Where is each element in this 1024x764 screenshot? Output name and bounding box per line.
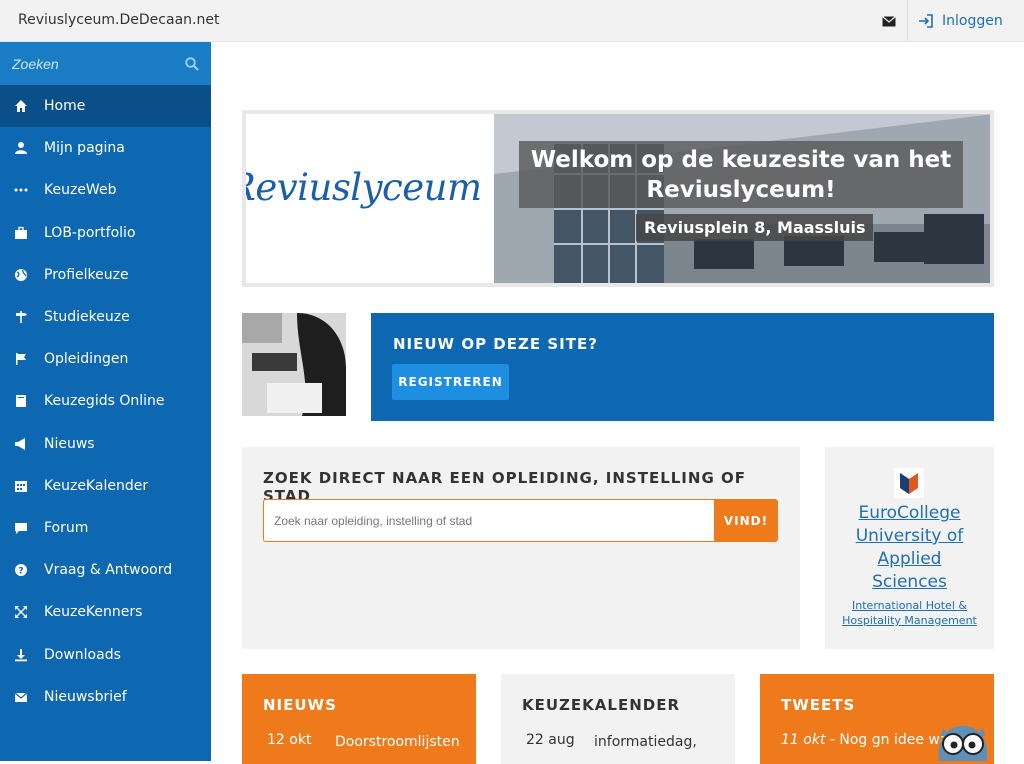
owl-mascot-icon[interactable] bbox=[935, 722, 991, 761]
find-button[interactable]: VIND! bbox=[714, 499, 778, 542]
school-logo-text: Reviuslyceum bbox=[242, 166, 482, 209]
expand-icon bbox=[14, 605, 28, 619]
top-bar: Reviuslyceum.DeDecaan.net Inloggen bbox=[0, 0, 1024, 42]
globe-icon bbox=[14, 268, 28, 282]
briefcase-icon bbox=[14, 226, 28, 240]
sidebar: Home Mijn pagina KeuzeWeb LOB-portfolio Prof… bbox=[0, 42, 211, 761]
question-icon: ? bbox=[14, 563, 28, 577]
news-item-link[interactable]: Doorstroomlijsten bbox=[335, 732, 465, 752]
calendar-title[interactable]: KEUZEKALENDER bbox=[522, 696, 680, 714]
sidebar-item-forum[interactable]: Forum bbox=[0, 507, 211, 549]
download-icon bbox=[14, 648, 28, 662]
sidebar-item-label: Nieuws bbox=[44, 435, 95, 452]
flag-icon bbox=[14, 352, 28, 366]
sidebar-search bbox=[0, 42, 211, 85]
sidebar-item-label: Downloads bbox=[44, 646, 121, 663]
sidebar-item-keuzegids-online[interactable]: Keuzegids Online bbox=[0, 380, 211, 422]
search-icon[interactable] bbox=[185, 56, 199, 71]
welcome-line-2: Reviuslyceum! bbox=[646, 177, 836, 203]
site-title[interactable]: Reviuslyceum.DeDecaan.net bbox=[18, 12, 219, 28]
calendar-item-link[interactable]: informatiedag, bbox=[594, 732, 724, 752]
new-on-site-title: NIEUW OP DEZE SITE? bbox=[393, 335, 598, 353]
envelope-icon bbox=[881, 15, 896, 26]
megaphone-icon bbox=[14, 437, 28, 451]
sidebar-item-label: LOB-portfolio bbox=[44, 224, 136, 241]
sidebar-item-label: Opleidingen bbox=[44, 351, 129, 368]
new-on-site-panel: NIEUW OP DEZE SITE? REGISTREREN bbox=[371, 313, 994, 421]
sidebar-item-label: Mijn pagina bbox=[44, 140, 125, 157]
sidebar-item-opleidingen[interactable]: Opleidingen bbox=[0, 338, 211, 380]
sidebar-nav: Home Mijn pagina KeuzeWeb LOB-portfolio Prof… bbox=[0, 85, 211, 718]
sign-in-icon bbox=[919, 14, 933, 28]
calendar-icon bbox=[14, 479, 28, 493]
news-date: 12 okt bbox=[267, 732, 312, 748]
mail-button[interactable] bbox=[870, 0, 908, 42]
eurocollege-logo-icon[interactable] bbox=[894, 468, 924, 498]
tweet-date: 11 okt bbox=[781, 732, 826, 748]
sponsor-name-line-4: Sciences bbox=[872, 572, 947, 592]
sponsor-name-line-2: University of bbox=[855, 526, 964, 546]
chat-icon bbox=[14, 521, 28, 535]
program-search-panel: ZOEK DIRECT NAAR EEN OPLEIDING, INSTELLI… bbox=[242, 447, 800, 649]
sidebar-search-input[interactable] bbox=[12, 55, 162, 72]
book-icon bbox=[14, 394, 28, 408]
sidebar-item-label: Home bbox=[44, 98, 86, 115]
sidebar-item-label: Studiekeuze bbox=[44, 309, 130, 326]
sidebar-item-mijn-pagina[interactable]: Mijn pagina bbox=[0, 127, 211, 169]
tweets-title[interactable]: TWEETS bbox=[781, 696, 855, 714]
welcome-banner: Reviuslyceum Welkom op de keuzesite van … bbox=[242, 110, 994, 287]
calendar-card: KEUZEKALENDER 22 aug informatiedag, bbox=[501, 674, 735, 764]
sidebar-item-keuzekalender[interactable]: KeuzeKalender bbox=[0, 465, 211, 507]
sponsor-name-line-1: EuroCollege bbox=[858, 503, 961, 523]
sidebar-item-label: Forum bbox=[44, 519, 89, 536]
sidebar-item-vraag-antwoord[interactable]: ? Vraag & Antwoord bbox=[0, 549, 211, 591]
sidebar-item-profielkeuze[interactable]: Profielkeuze bbox=[0, 254, 211, 296]
sidebar-item-keuzeweb[interactable]: KeuzeWeb bbox=[0, 169, 211, 211]
sidebar-item-nieuwsbrief[interactable]: Nieuwsbrief bbox=[0, 676, 211, 718]
sidebar-item-keuzekenners[interactable]: KeuzeKenners bbox=[0, 591, 211, 633]
sponsor-name-link[interactable]: EuroCollege University of Applied Scienc… bbox=[825, 502, 994, 594]
sidebar-item-label: KeuzeKenners bbox=[44, 604, 143, 621]
program-search-input[interactable] bbox=[263, 499, 714, 542]
login-label: Inloggen bbox=[942, 13, 1003, 29]
welcome-heading: Welkom op de keuzesite van het Reviuslyc… bbox=[519, 141, 963, 208]
school-address: Reviusplein 8, Maassluis bbox=[636, 214, 874, 241]
calendar-date: 22 aug bbox=[526, 732, 575, 748]
sidebar-item-label: KeuzeWeb bbox=[44, 182, 117, 199]
login-button[interactable]: Inloggen bbox=[918, 0, 1003, 42]
sidebar-item-lob-portfolio[interactable]: LOB-portfolio bbox=[0, 212, 211, 254]
sidebar-item-label: KeuzeKalender bbox=[44, 477, 149, 494]
sponsor-name-line-3: Applied bbox=[877, 549, 942, 569]
sponsor-program-link[interactable]: International Hotel & Hospitality Manage… bbox=[825, 598, 994, 628]
signpost-icon bbox=[14, 310, 28, 324]
sidebar-item-studiekeuze[interactable]: Studiekeuze bbox=[0, 296, 211, 338]
home-icon bbox=[14, 99, 28, 113]
news-card: NIEUWS 12 okt Doorstroomlijsten bbox=[242, 674, 476, 764]
news-title[interactable]: NIEUWS bbox=[263, 696, 337, 714]
sidebar-item-label: Nieuwsbrief bbox=[44, 688, 127, 705]
register-button[interactable]: REGISTREREN bbox=[392, 364, 509, 400]
student-photo bbox=[242, 313, 346, 416]
sidebar-item-label: Vraag & Antwoord bbox=[44, 562, 173, 579]
sidebar-item-home[interactable]: Home bbox=[0, 85, 211, 128]
user-icon bbox=[14, 141, 28, 155]
sidebar-item-nieuws[interactable]: Nieuws bbox=[0, 423, 211, 465]
sponsor-panel: EuroCollege University of Applied Scienc… bbox=[825, 447, 994, 649]
sponsor-program-line-2: Hospitality Management bbox=[842, 614, 977, 627]
sidebar-item-downloads[interactable]: Downloads bbox=[0, 633, 211, 675]
sponsor-program-line-1: International Hotel & bbox=[852, 599, 967, 612]
envelope-icon bbox=[14, 690, 28, 704]
svg-text:?: ? bbox=[18, 567, 23, 577]
dots-icon bbox=[14, 183, 28, 197]
sidebar-item-label: Keuzegids Online bbox=[44, 393, 165, 410]
sidebar-item-label: Profielkeuze bbox=[44, 266, 129, 283]
welcome-line-1: Welkom op de keuzesite van het bbox=[530, 147, 952, 173]
